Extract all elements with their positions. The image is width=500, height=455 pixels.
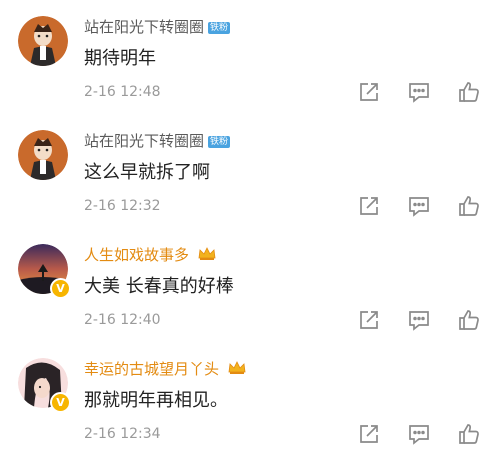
verified-v-badge-icon: V [50, 392, 71, 413]
crown-icon [198, 247, 216, 260]
share-icon [360, 83, 378, 101]
username[interactable]: 幸运的古城望月丫头 [84, 358, 246, 379]
username-text[interactable]: 幸运的古城望月丫头 [84, 360, 219, 378]
username[interactable]: 站在阳光下转圈圈 铁粉 [84, 130, 231, 151]
thumbs-up-icon [459, 310, 479, 330]
crown-icon [228, 361, 246, 374]
share-icon [360, 425, 378, 443]
fan-badge: 铁粉 [208, 136, 231, 148]
comment-icon [409, 197, 429, 217]
thumbs-up-icon [459, 196, 479, 216]
username[interactable]: 人生如戏故事多 [84, 244, 216, 265]
thumbs-up-icon [459, 82, 479, 102]
like-button[interactable] [457, 194, 481, 218]
share-icon [360, 197, 378, 215]
username-text[interactable]: 站在阳光下转圈圈 [84, 18, 204, 36]
timestamp: 2-16 12:40 [84, 312, 161, 328]
comment-item: 站在阳光下转圈圈 铁粉 期待明年 2-16 12:48 [0, 0, 500, 113]
like-button[interactable] [457, 422, 481, 446]
share-icon [360, 311, 378, 329]
share-button[interactable] [357, 194, 381, 218]
share-button[interactable] [357, 308, 381, 332]
username-text[interactable]: 站在阳光下转圈圈 [84, 132, 204, 150]
comment-text: 期待明年 [84, 48, 156, 69]
comment-icon [409, 83, 429, 103]
comment-icon [409, 311, 429, 331]
fan-badge: 铁粉 [208, 22, 231, 34]
comment-item: V 幸运的古城望月丫头 那就明年再相见。 2-16 12:34 [0, 342, 500, 455]
timestamp: 2-16 12:32 [84, 198, 161, 214]
comment-text: 那就明年再相见。 [84, 390, 228, 411]
comment-icon [409, 425, 429, 445]
thumbs-up-icon [459, 424, 479, 444]
username[interactable]: 站在阳光下转圈圈 铁粉 [84, 16, 231, 37]
timestamp: 2-16 12:48 [84, 84, 161, 100]
like-button[interactable] [457, 80, 481, 104]
reply-button[interactable] [407, 80, 431, 104]
comment-text: 大美 长春真的好棒 [84, 276, 234, 297]
comment-text: 这么早就拆了啊 [84, 162, 210, 183]
avatar[interactable] [18, 130, 68, 180]
like-button[interactable] [457, 308, 481, 332]
verified-v-badge-icon: V [50, 278, 71, 299]
avatar[interactable] [18, 16, 68, 66]
timestamp: 2-16 12:34 [84, 426, 161, 442]
comment-item: V 人生如戏故事多 大美 长春真的好棒 2-16 12:40 [0, 228, 500, 341]
reply-button[interactable] [407, 194, 431, 218]
reply-button[interactable] [407, 422, 431, 446]
reply-button[interactable] [407, 308, 431, 332]
username-text[interactable]: 人生如戏故事多 [84, 246, 189, 264]
share-button[interactable] [357, 80, 381, 104]
comment-item: 站在阳光下转圈圈 铁粉 这么早就拆了啊 2-16 12:32 [0, 114, 500, 227]
share-button[interactable] [357, 422, 381, 446]
